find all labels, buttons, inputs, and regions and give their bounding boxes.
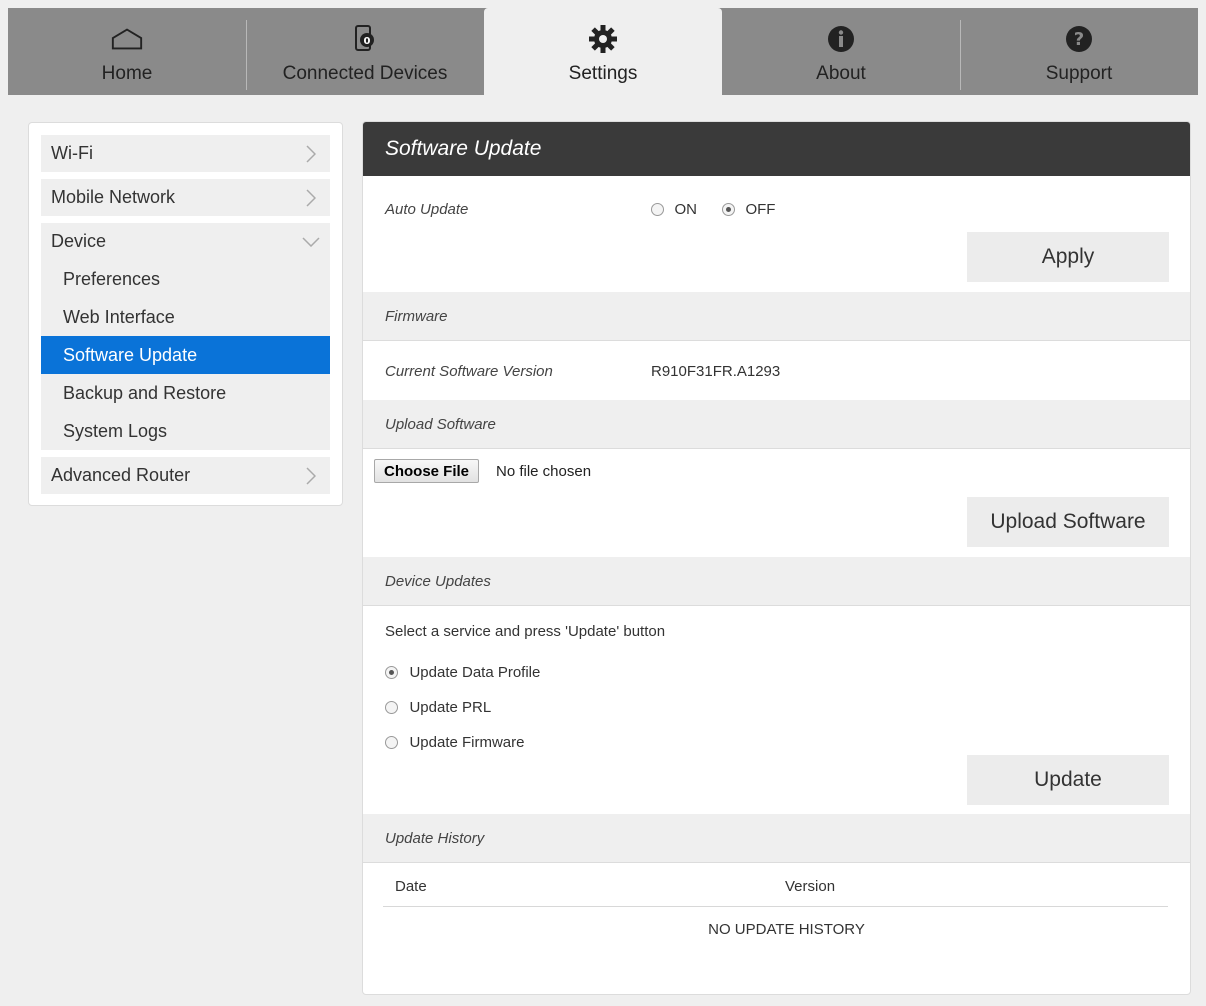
sidebar-item-label: Advanced Router bbox=[51, 465, 191, 485]
device-updates-instruction: Select a service and press 'Update' butt… bbox=[385, 623, 666, 640]
update-history-section-header: Update History bbox=[363, 814, 1190, 863]
chevron-right-icon bbox=[302, 144, 320, 163]
svg-text:0: 0 bbox=[364, 36, 371, 47]
auto-update-on-option[interactable]: ON bbox=[651, 201, 697, 219]
update-firmware-label: Update Firmware bbox=[409, 734, 525, 752]
update-prl-label: Update PRL bbox=[409, 699, 492, 717]
sidebar-item-system-logs[interactable]: System Logs bbox=[41, 412, 330, 450]
sidebar-item-backup-and-restore[interactable]: Backup and Restore bbox=[41, 374, 330, 412]
tab-connected-devices[interactable]: 0 Connected Devices bbox=[246, 8, 484, 95]
update-prl-option[interactable]: Update PRL bbox=[385, 699, 491, 717]
update-button[interactable]: Update bbox=[967, 755, 1169, 805]
tab-label: Connected Devices bbox=[282, 63, 448, 84]
tab-label: Home bbox=[101, 63, 153, 84]
firmware-version-row: Current Software Version R910F31FR.A1293 bbox=[363, 341, 1190, 400]
home-icon bbox=[110, 22, 144, 56]
tab-label: Settings bbox=[568, 63, 638, 84]
auto-update-off-label: OFF bbox=[745, 201, 776, 219]
upload-software-section: Choose File No file chosen Upload Softwa… bbox=[363, 449, 1190, 557]
question-icon: ? bbox=[1062, 22, 1096, 56]
update-prl-radio[interactable] bbox=[385, 701, 398, 715]
auto-update-on-label: ON bbox=[674, 201, 697, 219]
tab-home[interactable]: Home bbox=[8, 8, 246, 95]
update-data-profile-radio[interactable] bbox=[385, 666, 398, 680]
choose-file-button[interactable]: Choose File bbox=[374, 459, 480, 483]
sidebar-item-software-update[interactable]: Software Update bbox=[41, 336, 330, 374]
software-update-panel: Software Update Auto Update ON OFF Apply… bbox=[362, 121, 1191, 995]
chevron-right-icon bbox=[302, 466, 320, 485]
current-version-label: Current Software Version bbox=[385, 363, 553, 380]
chevron-right-icon bbox=[302, 188, 320, 207]
upload-software-button[interactable]: Upload Software bbox=[967, 497, 1169, 547]
auto-update-off-radio[interactable] bbox=[722, 203, 735, 217]
tab-about[interactable]: About bbox=[722, 8, 960, 95]
tab-settings[interactable]: Settings bbox=[484, 8, 722, 95]
current-version-value: R910F31FR.A1293 bbox=[651, 363, 781, 380]
top-navigation: Home 0 Connected Devices Settings About … bbox=[8, 8, 1198, 95]
sidebar-item-preferences[interactable]: Preferences bbox=[41, 260, 330, 298]
auto-update-section: Auto Update ON OFF Apply bbox=[363, 176, 1190, 292]
tab-label: Support bbox=[1045, 63, 1113, 84]
firmware-section-header: Firmware bbox=[363, 292, 1190, 341]
chevron-down-icon bbox=[302, 233, 320, 251]
sidebar-item-label: Wi-Fi bbox=[51, 143, 93, 163]
sidebar-item-mobile-network[interactable]: Mobile Network bbox=[41, 179, 330, 216]
update-firmware-option[interactable]: Update Firmware bbox=[385, 734, 525, 752]
gear-icon bbox=[586, 22, 620, 56]
history-divider bbox=[383, 906, 1168, 907]
auto-update-on-radio[interactable] bbox=[651, 203, 664, 217]
history-empty-message: NO UPDATE HISTORY bbox=[708, 921, 865, 938]
connected-devices-icon: 0 bbox=[348, 22, 382, 56]
apply-button[interactable]: Apply bbox=[967, 232, 1169, 282]
settings-sidebar: Wi-Fi Mobile Network Device Preferences … bbox=[28, 122, 343, 506]
history-column-version: Version bbox=[785, 878, 836, 895]
update-data-profile-option[interactable]: Update Data Profile bbox=[385, 664, 540, 682]
sidebar-item-web-interface[interactable]: Web Interface bbox=[41, 298, 330, 336]
info-icon bbox=[824, 22, 858, 56]
tab-label: About bbox=[816, 63, 866, 84]
sidebar-item-advanced-router[interactable]: Advanced Router bbox=[41, 457, 330, 494]
upload-software-section-header: Upload Software bbox=[363, 400, 1190, 449]
history-column-date: Date bbox=[395, 878, 427, 895]
file-status-text: No file chosen bbox=[496, 463, 592, 480]
update-firmware-radio[interactable] bbox=[385, 736, 398, 750]
device-updates-section: Select a service and press 'Update' butt… bbox=[363, 606, 1190, 814]
update-history-table: Date Version NO UPDATE HISTORY bbox=[363, 863, 1190, 983]
svg-text:?: ? bbox=[1074, 29, 1084, 50]
auto-update-off-option[interactable]: OFF bbox=[722, 201, 775, 219]
sidebar-item-wifi[interactable]: Wi-Fi bbox=[41, 135, 330, 172]
device-updates-section-header: Device Updates bbox=[363, 557, 1190, 606]
sidebar-item-device[interactable]: Device bbox=[41, 223, 330, 260]
update-data-profile-label: Update Data Profile bbox=[409, 664, 541, 682]
sidebar-item-label: Device bbox=[51, 231, 107, 251]
page-title: Software Update bbox=[363, 122, 1190, 176]
sidebar-group-device: Device Preferences Web Interface Softwar… bbox=[41, 223, 330, 450]
tab-support[interactable]: ? Support bbox=[960, 8, 1198, 95]
sidebar-item-label: Mobile Network bbox=[51, 187, 176, 207]
auto-update-label: Auto Update bbox=[385, 201, 469, 218]
